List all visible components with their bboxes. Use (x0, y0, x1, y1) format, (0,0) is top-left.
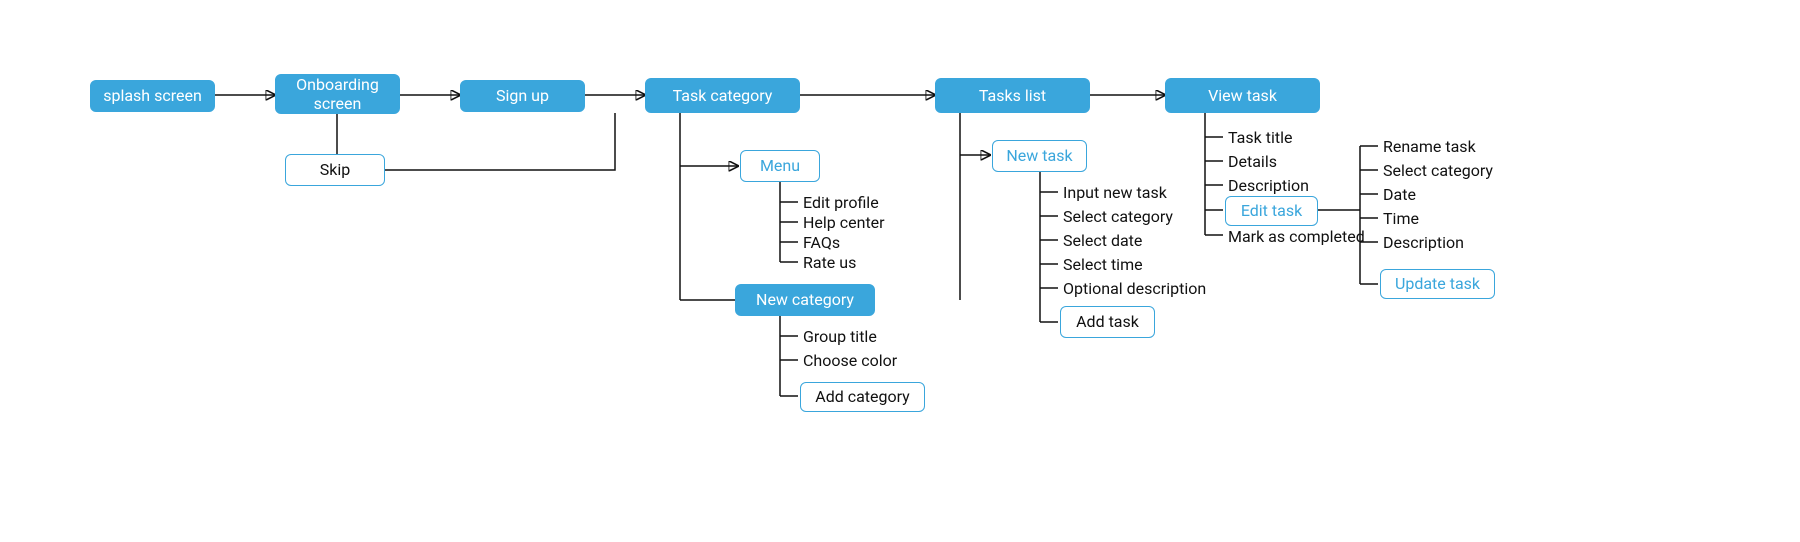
node-tasks-list: Tasks list (935, 78, 1090, 113)
node-menu: Menu (740, 150, 820, 182)
node-edit-task: Edit task (1225, 196, 1318, 226)
node-new-task: New task (992, 140, 1087, 172)
connectors (0, 0, 1800, 542)
node-onboarding: Onboarding screen (275, 74, 400, 114)
leaf-input-new-task: Input new task (1063, 183, 1167, 202)
leaf-edit-description: Description (1383, 233, 1464, 252)
node-sign-up: Sign up (460, 80, 585, 112)
node-splash-screen: splash screen (90, 80, 215, 112)
leaf-rate-us: Rate us (803, 253, 856, 272)
node-add-task: Add task (1060, 306, 1155, 338)
leaf-rename-task: Rename task (1383, 137, 1476, 156)
leaf-help-center: Help center (803, 213, 885, 232)
leaf-edit-date: Date (1383, 185, 1416, 204)
leaf-choose-color: Choose color (803, 351, 897, 370)
leaf-select-time: Select time (1063, 255, 1143, 274)
flow-diagram: splash screen Onboarding screen Sign up … (0, 0, 1800, 542)
leaf-select-date: Select date (1063, 231, 1142, 250)
leaf-details: Details (1228, 152, 1277, 171)
node-view-task: View task (1165, 78, 1320, 113)
leaf-edit-profile: Edit profile (803, 193, 879, 212)
node-task-category: Task category (645, 78, 800, 113)
node-add-category: Add category (800, 382, 925, 412)
leaf-edit-select-category: Select category (1383, 161, 1493, 180)
node-skip: Skip (285, 154, 385, 186)
node-new-category: New category (735, 284, 875, 316)
node-update-task: Update task (1380, 269, 1495, 299)
leaf-task-title: Task title (1228, 128, 1292, 147)
leaf-group-title: Group title (803, 327, 877, 346)
leaf-faqs: FAQs (803, 233, 840, 252)
leaf-edit-time: Time (1383, 209, 1419, 228)
leaf-mark-completed: Mark as completed (1228, 227, 1365, 246)
leaf-optional-desc: Optional description (1063, 279, 1206, 298)
leaf-select-category: Select category (1063, 207, 1173, 226)
leaf-description: Description (1228, 176, 1309, 195)
